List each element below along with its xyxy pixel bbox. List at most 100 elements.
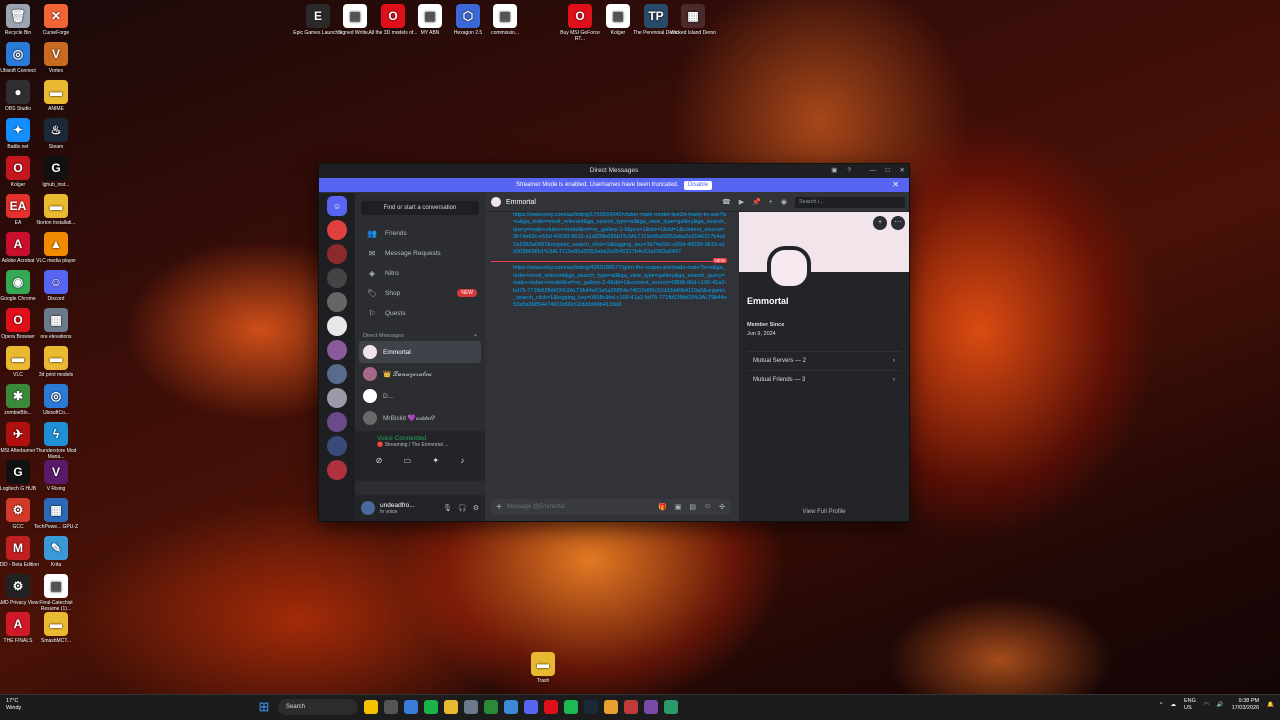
- server-icon[interactable]: [327, 220, 347, 240]
- desktop-icon[interactable]: ▤ Final-Catechist Resume (1)...: [31, 574, 81, 612]
- desktop-icon[interactable]: ♨ Steam: [31, 118, 81, 150]
- desktop-icon[interactable]: ▦ Wicked Island Demo: [668, 4, 718, 36]
- taskbar-search[interactable]: Search: [278, 699, 358, 715]
- desktop-icon[interactable]: ✕ CurseForge: [31, 4, 81, 36]
- desktop-icon[interactable]: ▬ SmashMCT...: [31, 612, 81, 644]
- soundboard-icon[interactable]: ♪: [460, 456, 464, 465]
- mutual-servers-row[interactable]: Mutual Servers — 2 ›: [747, 351, 901, 370]
- add-friend-icon[interactable]: +: [769, 199, 773, 206]
- nav-shop[interactable]: 🏷 Shop NEW: [355, 283, 485, 303]
- desktop-icon[interactable]: V Vortex: [31, 42, 81, 74]
- taskbar-app[interactable]: [644, 700, 658, 714]
- avatar[interactable]: [361, 501, 375, 515]
- mutual-friends-row[interactable]: Mutual Friends — 3 ›: [747, 370, 901, 389]
- nav-message-requests[interactable]: ✉ Message Requests: [355, 243, 485, 263]
- create-dm-icon[interactable]: +: [474, 333, 477, 339]
- video-icon[interactable]: ▶: [739, 198, 744, 206]
- desktop-icon[interactable]: ☺ Discord: [31, 270, 81, 302]
- server-icon[interactable]: [327, 460, 347, 480]
- close-banner-icon[interactable]: ✕: [892, 178, 899, 192]
- server-icon[interactable]: [327, 388, 347, 408]
- volume-icon[interactable]: 🔊: [1217, 702, 1224, 709]
- desktop-icon[interactable]: V V Rising: [31, 460, 81, 492]
- message-link[interactable]: https://www.etsy.com/au/listing/43691895…: [485, 265, 733, 309]
- minimize-button[interactable]: —: [869, 164, 876, 178]
- cloud-icon[interactable]: ☁: [1171, 702, 1177, 709]
- desktop-icon-trash[interactable]: ▬ Trash: [518, 652, 568, 684]
- message-link[interactable]: https://www.etsy.com/au/listing/17505343…: [485, 212, 733, 256]
- taskbar-app[interactable]: [524, 700, 538, 714]
- sticker-icon[interactable]: ▤: [689, 503, 696, 511]
- find-conversation-input[interactable]: Find or start a conversation: [361, 201, 479, 215]
- server-icon[interactable]: [327, 436, 347, 456]
- desktop-icon[interactable]: ▬ 3d print models: [31, 346, 81, 378]
- chevron-up-icon[interactable]: ^: [1160, 702, 1163, 709]
- server-icon[interactable]: [327, 316, 347, 336]
- apps-icon[interactable]: ✣: [719, 503, 725, 511]
- taskbar-app[interactable]: [424, 700, 438, 714]
- mic-icon[interactable]: 🎙: [443, 504, 452, 512]
- profile-toggle-icon[interactable]: ◉: [781, 198, 787, 206]
- nav-quests[interactable]: ⚐ Quests: [355, 303, 485, 323]
- server-icon[interactable]: [327, 292, 347, 312]
- start-button[interactable]: ⊞: [256, 699, 272, 715]
- desktop-icon[interactable]: ◎ UbisoftCo...: [31, 384, 81, 416]
- call-icon[interactable]: ☎: [722, 198, 731, 206]
- nav-nitro[interactable]: ◈ Nitro: [355, 263, 485, 283]
- server-icon[interactable]: [327, 412, 347, 432]
- attach-icon[interactable]: +: [491, 502, 507, 513]
- view-full-profile-link[interactable]: View Full Profile: [739, 509, 909, 515]
- dm-item[interactable]: MrBiskit 💜𝒶𝒹𝒹𝓊𝓁𝓉: [355, 407, 485, 429]
- close-button[interactable]: ✕: [900, 164, 905, 178]
- desktop-icon[interactable]: ϟ Thunderstore Mod Mana...: [31, 422, 81, 460]
- wifi-icon[interactable]: ◠: [1204, 702, 1209, 709]
- search-input[interactable]: Search i...: [795, 196, 905, 208]
- taskbar-app[interactable]: [564, 700, 578, 714]
- taskbar-app[interactable]: [584, 700, 598, 714]
- gift-icon[interactable]: 🎁: [658, 503, 667, 511]
- inbox-icon[interactable]: ▣: [831, 164, 837, 178]
- server-icon[interactable]: [327, 340, 347, 360]
- screen-share-icon[interactable]: ▭: [404, 456, 412, 465]
- taskbar-app[interactable]: [464, 700, 478, 714]
- activities-icon[interactable]: ✦: [432, 456, 439, 465]
- taskbar-app[interactable]: [664, 700, 678, 714]
- weather-widget[interactable]: 17°C Windy: [6, 698, 21, 712]
- add-friend-icon[interactable]: +: [873, 216, 887, 230]
- taskbar-app[interactable]: [364, 700, 378, 714]
- notification-icon[interactable]: 🔔: [1267, 702, 1274, 709]
- camera-off-icon[interactable]: ⊘: [376, 456, 383, 465]
- taskbar-app[interactable]: [484, 700, 498, 714]
- nav-friends[interactable]: 👥 Friends: [355, 223, 485, 243]
- desktop-icon[interactable]: ▦ ore elevations: [31, 308, 81, 340]
- server-icon[interactable]: [327, 364, 347, 384]
- taskbar-app[interactable]: [544, 700, 558, 714]
- discord-home-icon[interactable]: ☺: [327, 196, 347, 216]
- help-icon[interactable]: ?: [847, 164, 851, 178]
- disable-streamer-button[interactable]: Disable: [684, 181, 713, 190]
- desktop-icon[interactable]: ▬ Norton Installati...: [31, 194, 81, 226]
- emoji-icon[interactable]: ☺: [704, 503, 711, 511]
- server-icon[interactable]: [327, 244, 347, 264]
- message-composer[interactable]: + Message @Emmortal 🎁 ▣ ▤ ☺ ✣: [491, 499, 731, 515]
- desktop-icon[interactable]: ✎ Krita: [31, 536, 81, 568]
- dm-item[interactable]: Emmortal: [359, 341, 481, 363]
- headphones-icon[interactable]: 🎧: [458, 504, 467, 512]
- desktop-icon[interactable]: ▬ ANIME: [31, 80, 81, 112]
- taskbar-app[interactable]: [444, 700, 458, 714]
- settings-gear-icon[interactable]: ⚙: [473, 504, 479, 512]
- desktop-icon[interactable]: ▤ commissio...: [480, 4, 530, 36]
- more-options-icon[interactable]: ⋯: [891, 216, 905, 230]
- gif-icon[interactable]: ▣: [675, 503, 682, 511]
- taskbar-app[interactable]: [604, 700, 618, 714]
- pin-icon[interactable]: 📌: [752, 198, 761, 206]
- taskbar-app[interactable]: [384, 700, 398, 714]
- desktop-icon[interactable]: Glghub_inst...: [31, 156, 81, 188]
- desktop-icon[interactable]: ▲ VLC media player: [31, 232, 81, 264]
- taskbar-app[interactable]: [504, 700, 518, 714]
- maximize-button[interactable]: □: [886, 164, 890, 178]
- taskbar-app[interactable]: [624, 700, 638, 714]
- server-icon[interactable]: [327, 268, 347, 288]
- language-indicator[interactable]: ENG US: [1184, 698, 1196, 712]
- dm-item[interactable]: 👑 𝓛𝓾𝓷𝓪𝔃𝓮𝓻𝓪𝓵𝓮𝓪: [355, 363, 485, 385]
